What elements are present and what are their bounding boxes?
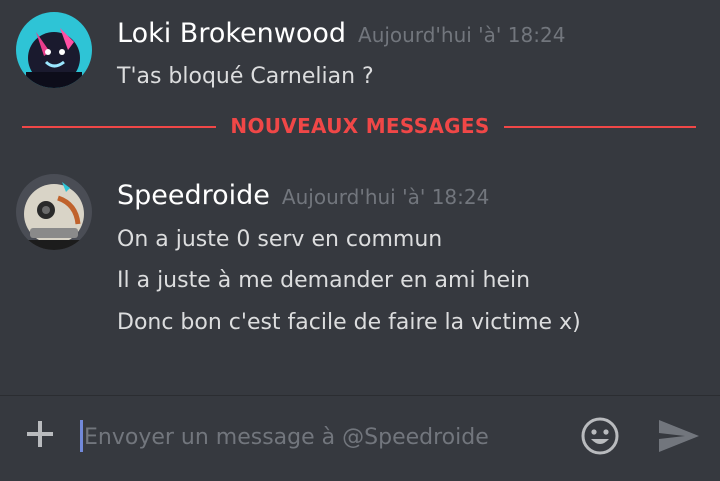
message-input[interactable]	[84, 420, 544, 454]
message-text: Il a juste à me demander en ami hein	[117, 268, 531, 293]
send-icon[interactable]	[657, 418, 701, 454]
username-text[interactable]: Loki Brokenwood	[117, 18, 346, 49]
timestamp: Aujourd'hui 'à' 18:24	[358, 23, 566, 47]
plus-icon[interactable]	[24, 418, 56, 450]
avatar-loki[interactable]	[16, 12, 92, 88]
avatar-speedroide[interactable]	[16, 174, 92, 250]
text-cursor	[80, 420, 83, 452]
emoji-icon[interactable]	[580, 416, 620, 456]
username-speedroide[interactable]: Speedroide Aujourd'hui 'à' 18:24	[117, 180, 489, 211]
message-text: T'as bloqué Carnelian ?	[117, 64, 374, 89]
message-text: Donc bon c'est facile de faire la victim…	[117, 310, 581, 335]
message-text: On a juste 0 serv en commun	[117, 227, 443, 252]
username-loki[interactable]: Loki Brokenwood Aujourd'hui 'à' 18:24	[117, 18, 565, 49]
timestamp: Aujourd'hui 'à' 18:24	[281, 185, 490, 209]
new-messages-divider-right	[504, 126, 696, 128]
username-text[interactable]: Speedroide	[117, 180, 270, 211]
message-composer	[0, 395, 720, 481]
